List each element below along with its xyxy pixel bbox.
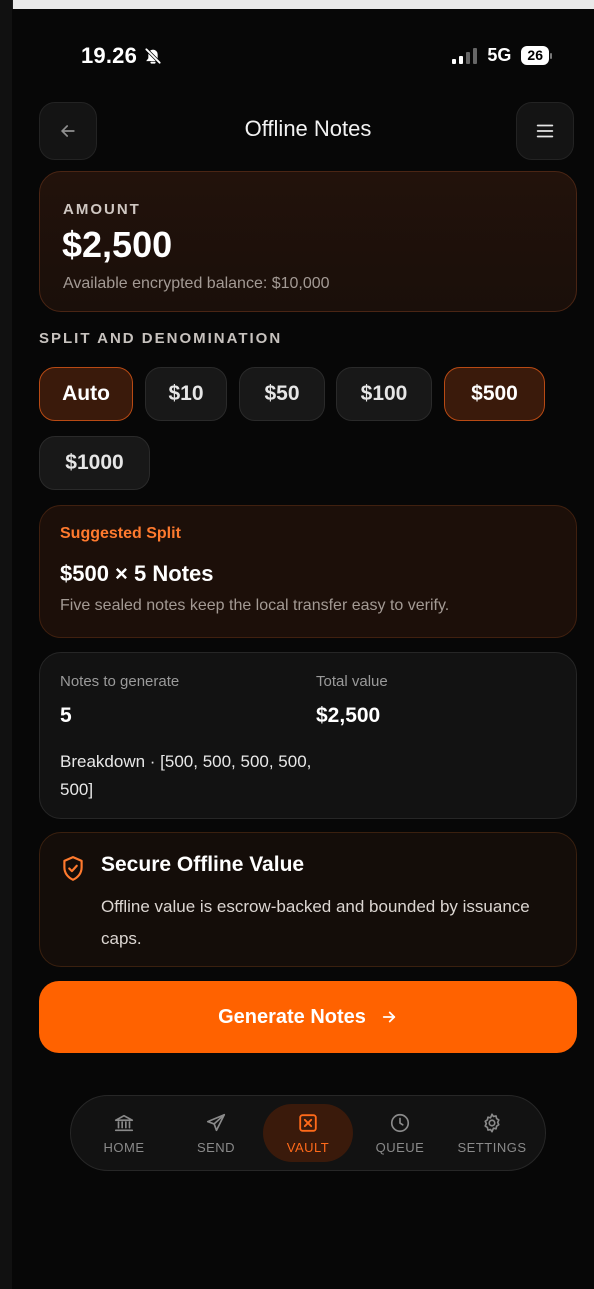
chip-100[interactable]: $100 [336, 367, 432, 421]
nav-home-label: HOME [103, 1139, 145, 1155]
notes-breakdown: Breakdown · [500, 500, 500, 500, 500] [60, 752, 312, 799]
generate-notes-label: Generate Notes [218, 1005, 366, 1028]
gear-icon [484, 1112, 500, 1133]
nav-vault-label: VAULT [286, 1139, 330, 1155]
secure-offline-card: Secure Offline Value Offline value is es… [39, 832, 577, 967]
suggested-split-label: Suggested Split [60, 525, 181, 542]
status-time-text: 19.26 [81, 43, 138, 68]
nav-settings[interactable]: SETTINGS [447, 1096, 537, 1170]
secure-description: Offline value is escrow-backed and bound… [101, 897, 530, 948]
page-title: Offline Notes [244, 116, 372, 141]
amount-card[interactable]: AMOUNT $2,500 Available encrypted balanc… [39, 171, 577, 312]
notes-summary-card: Notes to generate 5 Total value $2,500 B… [39, 652, 577, 819]
total-value: $2,500 [316, 704, 381, 727]
bell-muted-icon [144, 47, 162, 65]
menu-button[interactable] [516, 102, 574, 160]
split-section-label: SPLIT AND DENOMINATION [39, 330, 283, 347]
shield-check-icon [63, 856, 83, 881]
arrow-right-icon [382, 1011, 396, 1023]
available-balance: Available encrypted balance: $10,000 [63, 275, 330, 292]
network-label: 5G [487, 45, 512, 65]
amount-label: AMOUNT [63, 201, 141, 218]
nav-queue[interactable]: QUEUE [355, 1096, 445, 1170]
phone-frame: 19.26 5G 26 Offline Notes AMOUNT $2,500 … [0, 0, 594, 1289]
bank-icon [114, 1114, 134, 1131]
app-screen: 19.26 5G 26 Offline Notes AMOUNT $2,500 … [12, 9, 594, 1289]
bottom-nav: HOME SEND VAULT QUEUE SETTINGS [70, 1095, 546, 1171]
nav-settings-label: SETTINGS [457, 1139, 527, 1155]
clock-icon [390, 1113, 410, 1132]
send-icon [206, 1113, 226, 1131]
chip-auto[interactable]: Auto [39, 367, 133, 421]
vault-icon [299, 1113, 317, 1132]
signal-icon [452, 47, 478, 64]
frame-top-edge [0, 0, 594, 9]
chip-50[interactable]: $50 [239, 367, 325, 421]
nav-vault[interactable]: VAULT [263, 1104, 353, 1162]
chip-10[interactable]: $10 [145, 367, 227, 421]
secure-title: Secure Offline Value [101, 853, 305, 876]
nav-send[interactable]: SEND [171, 1096, 261, 1170]
status-time: 19.26 [81, 43, 163, 69]
chip-1000[interactable]: $1000 [39, 436, 150, 490]
nav-send-label: SEND [196, 1139, 236, 1155]
amount-value[interactable]: $2,500 [62, 224, 172, 266]
generate-notes-button[interactable]: Generate Notes [39, 981, 577, 1053]
hamburger-icon [536, 124, 554, 138]
battery-level: 26 [521, 46, 549, 65]
suggested-split-card: Suggested Split $500 × 5 Notes Five seal… [39, 505, 577, 638]
nav-queue-label: QUEUE [375, 1139, 425, 1155]
nav-home[interactable]: HOME [79, 1096, 169, 1170]
battery-icon: 26 [521, 46, 552, 65]
suggested-split-title: $500 × 5 Notes [60, 561, 214, 586]
chip-500[interactable]: $500 [444, 367, 545, 421]
total-value-label: Total value [316, 673, 388, 690]
status-indicators: 5G 26 [452, 45, 552, 66]
suggested-split-description: Five sealed notes keep the local transfe… [60, 597, 450, 614]
notes-count-value: 5 [60, 704, 72, 727]
notes-count-label: Notes to generate [60, 673, 180, 690]
